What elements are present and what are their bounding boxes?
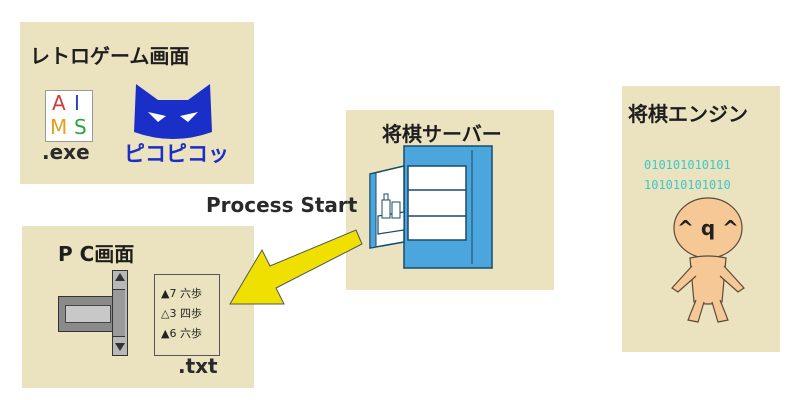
shogi-server-panel: 将棋サーバー (346, 110, 554, 290)
move-2: △3 四歩 (161, 307, 202, 320)
open-refrigerator-icon (369, 145, 493, 269)
kifu-text-file: ▲7 六歩 △3 四歩 ▲6 六歩 (154, 274, 220, 356)
move-3: ▲6 六歩 (161, 327, 202, 340)
retro-game-panel: レトロゲーム画面 A I M S .exe ピコピコッ (20, 22, 254, 184)
aims-letter-a: A (52, 91, 66, 115)
txt-ext-label: .txt (178, 354, 218, 378)
pikopiko-label: ピコピコッ (124, 142, 229, 166)
move-1: ▲7 六歩 (161, 287, 202, 300)
engine-face-text: ^ q ^ (677, 216, 739, 240)
shogi-engine-panel: 将棋エンジン 010101010101 101010101010 ^ q ^ (622, 86, 780, 352)
vertical-scrollbar[interactable] (112, 270, 128, 356)
pc-screen-title: P C画面 (58, 242, 135, 266)
shogi-server-title: 将棋サーバー (382, 122, 502, 146)
arrow-up-icon[interactable] (115, 273, 125, 281)
aims-app-icon: A I M S (45, 90, 93, 142)
pc-screen-panel: P C画面 ▲7 六歩 △3 四歩 ▲6 六歩 .txt (22, 226, 254, 388)
process-start-label: Process Start (206, 193, 358, 217)
binary-line-1: 010101010101 (644, 158, 731, 172)
aims-exe-label: .exe (42, 140, 90, 164)
binary-line-2: 101010101010 (644, 178, 731, 192)
aims-letter-i: I (74, 91, 80, 115)
aims-letter-m: M (50, 115, 68, 139)
aims-letter-s: S (74, 115, 87, 139)
shogi-engine-title: 将棋エンジン (628, 102, 748, 126)
arrow-down-icon[interactable] (115, 343, 125, 351)
stick-figure-icon (671, 197, 745, 323)
black-cat-icon (134, 84, 212, 139)
slider-window[interactable] (58, 296, 116, 332)
scrollbar-thumb[interactable] (113, 289, 125, 337)
process-start-arrow (229, 229, 363, 305)
retro-game-title: レトロゲーム画面 (30, 44, 190, 68)
